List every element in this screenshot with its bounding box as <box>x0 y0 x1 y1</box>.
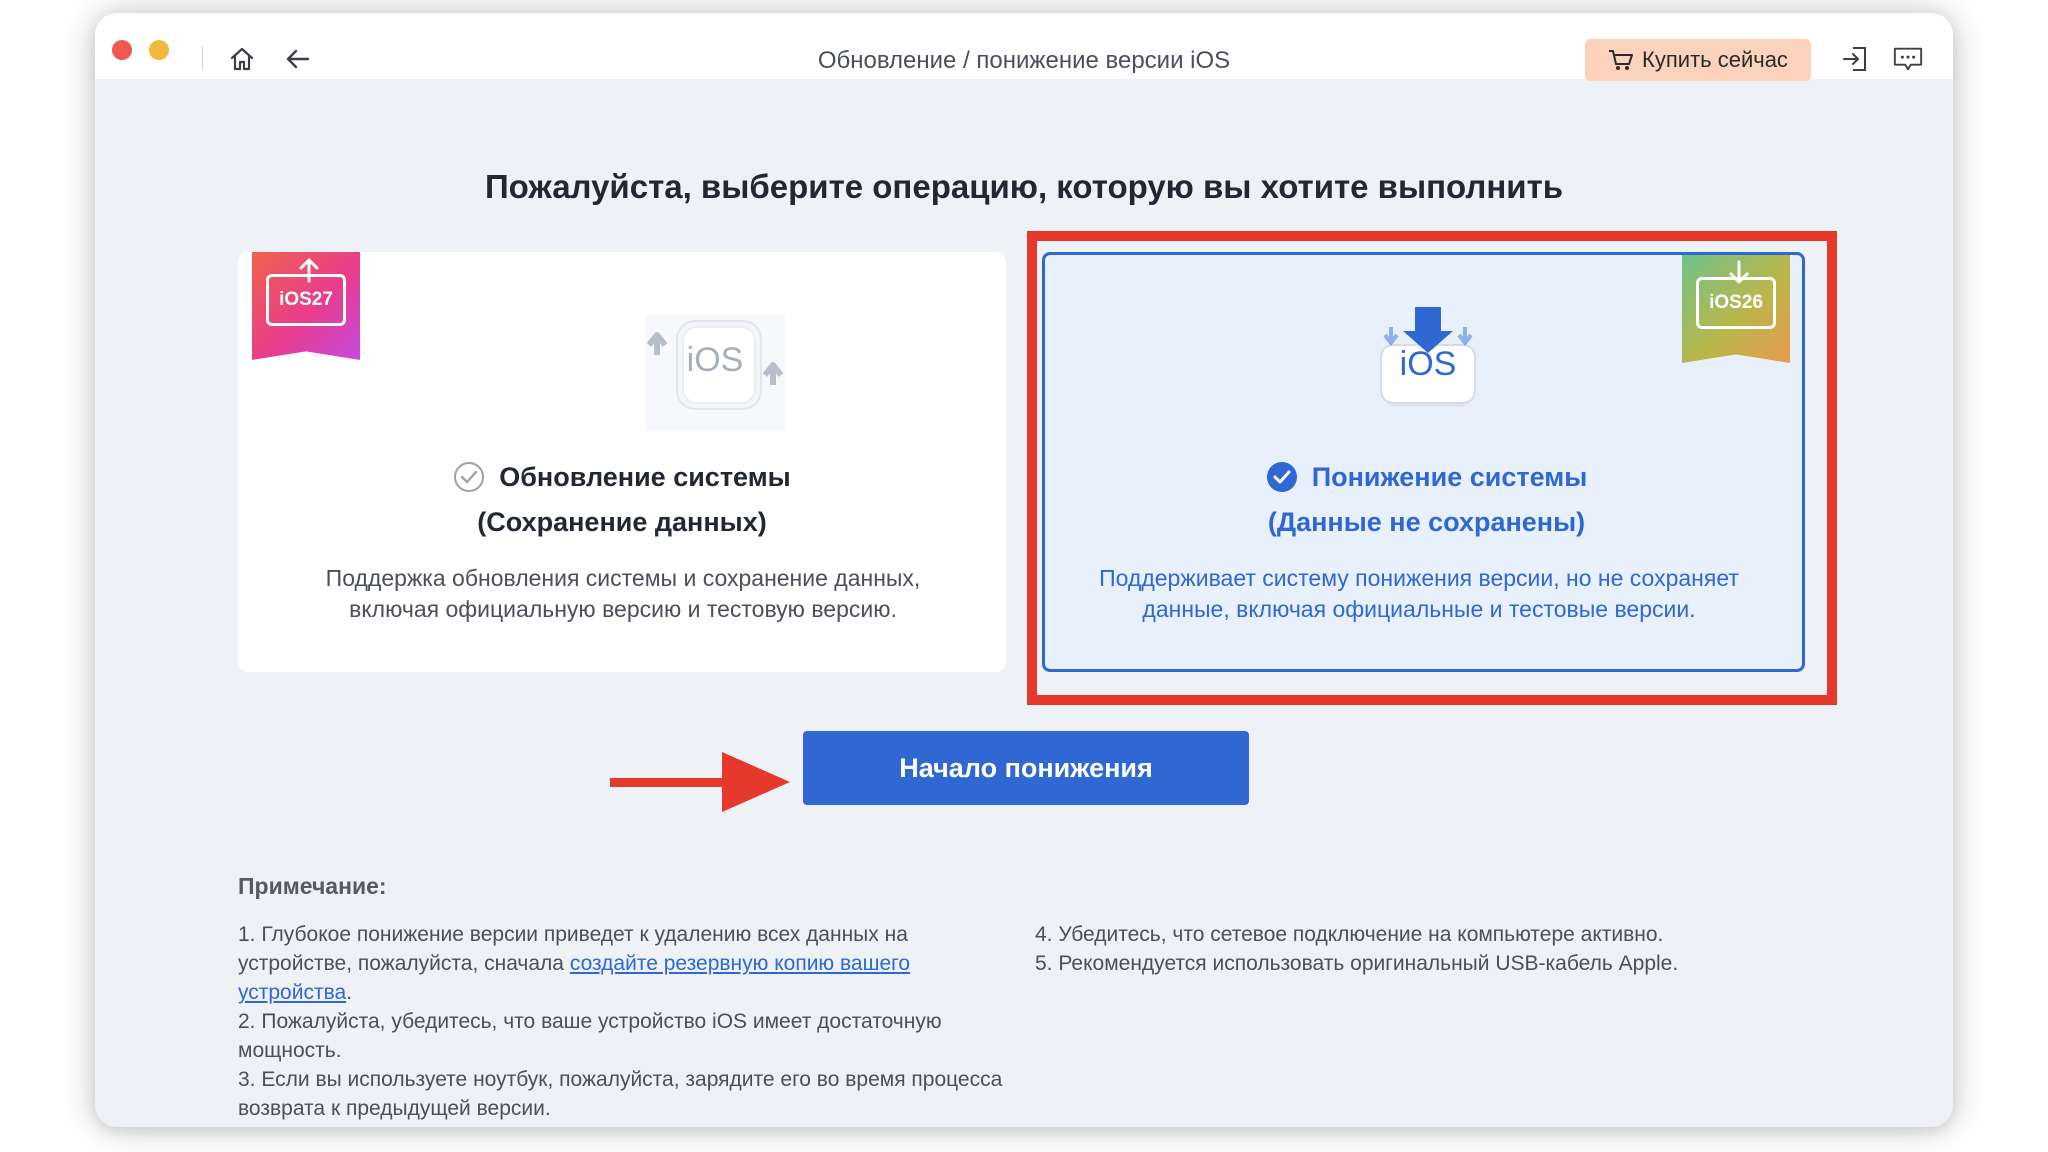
downgrade-card-title-text: Понижение системы <box>1311 461 1588 492</box>
ios27-badge: iOS27 <box>252 252 360 360</box>
page-heading: Пожалуйста, выберите операцию, которую в… <box>484 168 1564 205</box>
login-icon[interactable] <box>1839 43 1871 75</box>
unchecked-circle-icon <box>454 462 485 492</box>
upload-arrow-icon <box>299 258 319 283</box>
ios27-badge-label: iOS27 <box>279 289 333 310</box>
downgrade-card-description: Поддерживает систему понижения версии, н… <box>1099 565 1739 622</box>
upgrade-card-title: Обновление системы (Сохранение данных) <box>238 461 1006 538</box>
red-pointer-arrow-icon <box>610 752 790 812</box>
upgrade-card-title-text: Обновление системы <box>499 461 791 492</box>
notes-right-column: 4. Убедитесь, что сетевое подключение на… <box>1035 920 1835 978</box>
app-window: Обновление / понижение версии iOS Купить… <box>95 13 1953 1127</box>
notes-left-column: 1. Глубокое понижение версии приведет к … <box>238 920 1018 1123</box>
ios26-badge-label: iOS26 <box>1709 292 1763 313</box>
downgrade-card-title: Понижение системы (Данные не сохранены) <box>1042 461 1811 538</box>
start-downgrade-button[interactable]: Начало понижения <box>803 731 1249 805</box>
download-arrow-icon <box>1729 260 1749 284</box>
title-bar: Обновление / понижение версии iOS Купить… <box>95 13 1953 81</box>
notes-title: Примечание: <box>238 873 387 899</box>
ios26-badge: iOS26 <box>1682 255 1790 363</box>
upgrade-card-description: Поддержка обновления системы и сохранени… <box>325 565 921 622</box>
downgrade-card-subtitle: (Данные не сохранены) <box>1267 507 1586 537</box>
note-1-end: . <box>346 981 353 1004</box>
checked-circle-icon <box>1266 462 1297 492</box>
buy-now-label: Купить сейчас <box>1642 47 1788 72</box>
buy-now-button[interactable]: Купить сейчас <box>1585 39 1811 81</box>
note-item-1: 1. Глубокое понижение версии приведет к … <box>238 920 1018 1007</box>
note-item-4: 4. Убедитесь, что сетевое подключение на… <box>1035 923 1664 946</box>
ios-upgrade-icon-label: iOS <box>686 341 744 379</box>
upgrade-card-subtitle: (Сохранение данных) <box>477 507 767 537</box>
note-item-3: 3. Если вы используете ноутбук, пожалуйс… <box>238 1068 1003 1120</box>
note-item-5: 5. Рекомендуется использовать оригинальн… <box>1035 952 1679 975</box>
feedback-icon[interactable] <box>1892 43 1924 75</box>
cart-icon <box>1609 50 1634 70</box>
note-item-2: 2. Пожалуйста, убедитесь, что ваше устро… <box>238 1010 942 1062</box>
ios-downgrade-icon-label: iOS <box>1399 345 1457 383</box>
